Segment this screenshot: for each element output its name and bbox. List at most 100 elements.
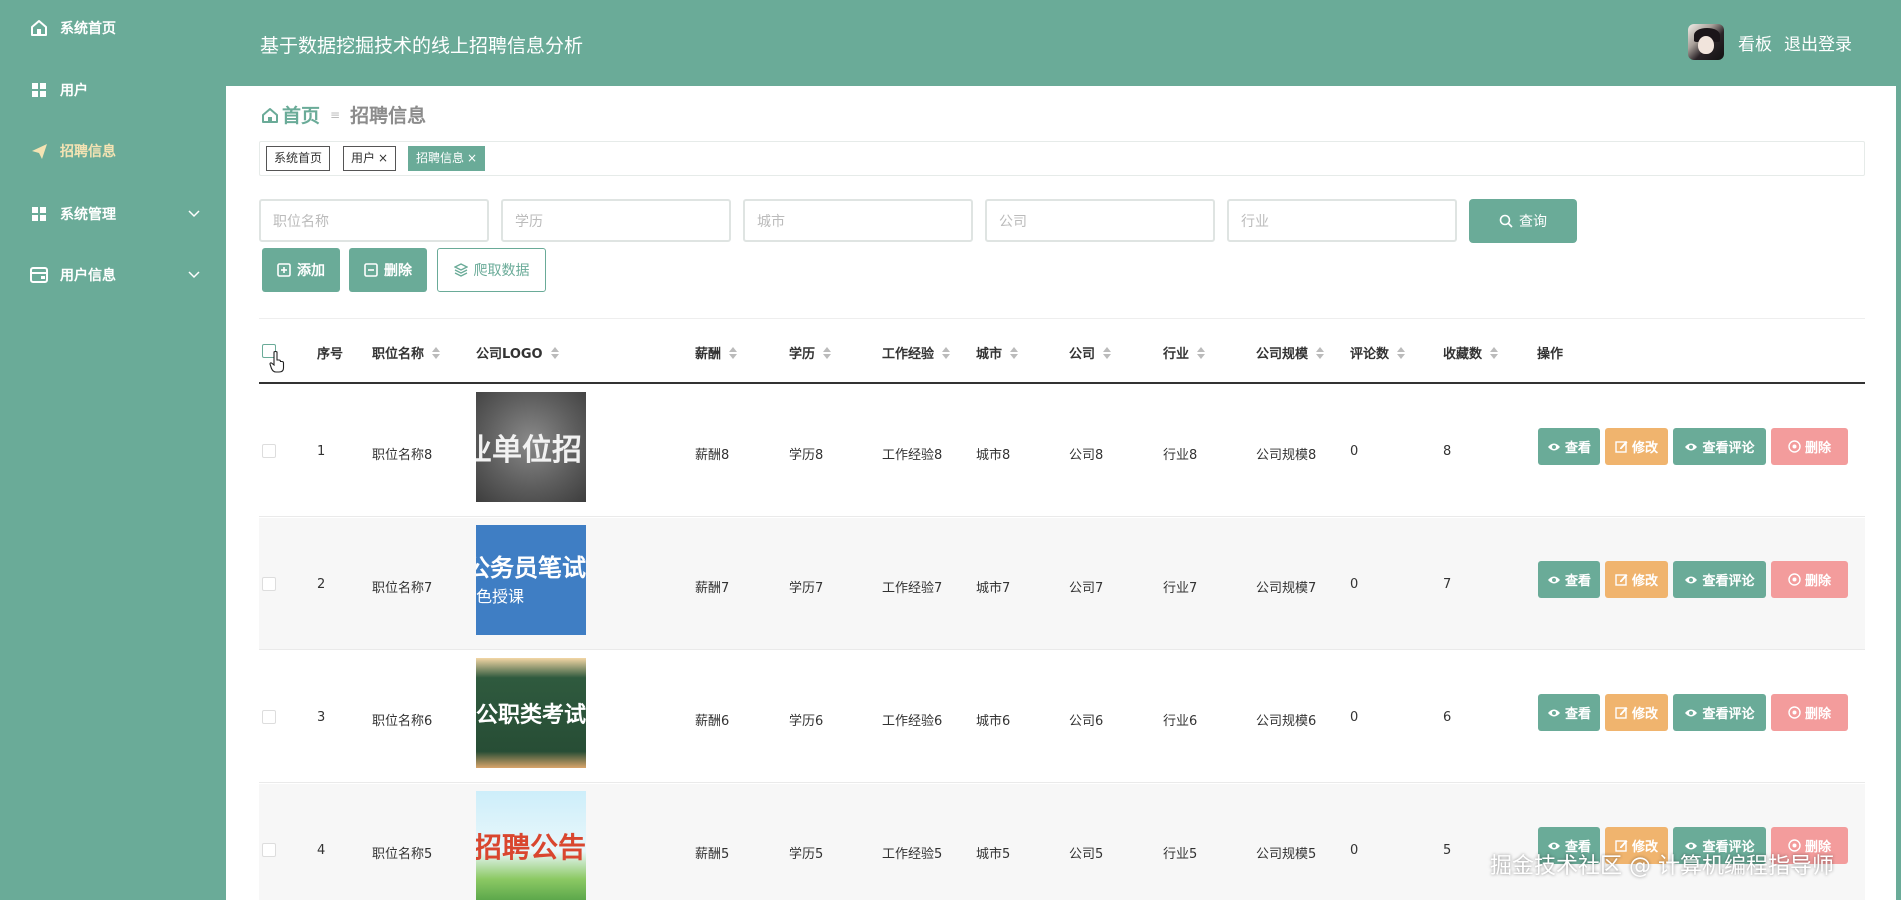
eye-icon [1547, 708, 1561, 718]
sidebar-item-recruitment[interactable]: 招聘信息 [0, 131, 226, 171]
column-header-education[interactable]: 学历 [789, 343, 832, 362]
tag-home[interactable]: 系统首页 [266, 146, 331, 171]
sort-icon[interactable] [1103, 346, 1112, 359]
sidebar-item-system[interactable]: 系统管理 [0, 194, 226, 234]
circle-close-icon [1788, 573, 1801, 586]
view-button[interactable]: 查看 [1538, 428, 1600, 465]
sort-icon[interactable] [1316, 346, 1325, 359]
delete-button[interactable]: 删除 [1771, 428, 1848, 465]
cell-favorites: 5 [1443, 843, 1452, 858]
query-button[interactable]: 查询 [1469, 199, 1577, 243]
view-comments-button[interactable]: 查看评论 [1673, 694, 1766, 731]
close-icon[interactable]: × [467, 151, 477, 165]
sidebar-item-home[interactable]: 系统首页 [0, 8, 226, 48]
sidebar-item-users[interactable]: 用户 [0, 70, 226, 110]
row-checkbox[interactable] [262, 843, 276, 857]
column-header-scale[interactable]: 公司规模 [1256, 343, 1325, 362]
column-header-favorites[interactable]: 收藏数 [1443, 343, 1499, 362]
home-icon [262, 107, 278, 123]
circle-close-icon [1788, 706, 1801, 719]
edit-button[interactable]: 修改 [1605, 561, 1668, 598]
breadcrumb-home[interactable]: 首页 [261, 101, 320, 128]
table-header: 序号 职位名称 公司LOGO 薪酬 学历 工作经验 城市 公司 行业 公司规模 … [259, 318, 1865, 384]
row-actions: 查看 修改 查看评论 删除 [1538, 561, 1853, 598]
sidebar-item-user-info[interactable]: 用户信息 [0, 255, 226, 295]
tag-label: 系统首页 [274, 151, 323, 165]
column-header-salary[interactable]: 薪酬 [695, 343, 738, 362]
city-input[interactable] [743, 199, 973, 242]
crawl-data-button[interactable]: 爬取数据 [437, 248, 546, 292]
cell-favorites: 6 [1443, 710, 1452, 725]
column-header-job[interactable]: 职位名称 [372, 343, 441, 362]
add-button[interactable]: 添加 [262, 248, 340, 292]
sort-icon[interactable] [550, 346, 559, 359]
scrollbar[interactable] [1896, 86, 1901, 900]
row-checkbox[interactable] [262, 444, 276, 458]
sort-icon[interactable] [1397, 346, 1406, 359]
circle-close-icon [1788, 440, 1801, 453]
breadcrumb-current: 招聘信息 [350, 105, 427, 127]
app-root: 系统首页 用户 招聘信息 系统管理 用户信息 基于数据挖掘技术的线上招聘信息分析… [0, 0, 1901, 900]
delete-button[interactable]: 删除 [1771, 694, 1848, 731]
job-name-input[interactable] [259, 199, 489, 242]
sort-icon[interactable] [729, 346, 738, 359]
column-header-company[interactable]: 公司 [1069, 343, 1112, 362]
education-input[interactable] [501, 199, 731, 242]
sidebar-item-label: 系统管理 [60, 207, 116, 223]
sidebar-item-label: 用户信息 [60, 268, 116, 284]
cell-experience: 工作经验6 [882, 714, 943, 729]
edit-button[interactable]: 修改 [1605, 428, 1668, 465]
sidebar-item-label: 招聘信息 [60, 144, 116, 160]
grid-icon [28, 79, 50, 101]
logo-text: 招聘公告 [476, 831, 586, 864]
batch-delete-label: 删除 [384, 263, 412, 279]
sort-icon[interactable] [1490, 346, 1499, 359]
sort-icon[interactable] [432, 346, 441, 359]
company-input[interactable] [985, 199, 1215, 242]
tag-label: 用户 [351, 151, 376, 165]
cell-favorites: 7 [1443, 577, 1452, 592]
view-comments-button[interactable]: 查看评论 [1673, 561, 1766, 598]
cell-comments: 0 [1350, 444, 1359, 459]
tag-label: 招聘信息 [416, 151, 465, 165]
row-actions: 查看 修改 查看评论 删除 [1538, 428, 1853, 465]
column-header-logo[interactable]: 公司LOGO [476, 343, 559, 362]
cell-index: 4 [317, 843, 326, 858]
tags-view: 系统首页 用户 × 招聘信息 × [259, 141, 1865, 176]
logout-link[interactable]: 退出登录 [1784, 30, 1852, 55]
breadcrumb-home-label: 首页 [282, 105, 321, 127]
row-checkbox[interactable] [262, 710, 276, 724]
cell-scale: 公司规模5 [1256, 847, 1317, 862]
delete-button[interactable]: 删除 [1771, 561, 1848, 598]
cell-comments: 0 [1350, 577, 1359, 592]
cell-job: 职位名称8 [372, 448, 433, 463]
tag-users[interactable]: 用户 × [343, 146, 397, 171]
cell-education: 学历6 [789, 714, 824, 729]
logo-text: 公务员笔试 [476, 554, 586, 582]
company-logo-image: 公职类考试 [476, 658, 586, 768]
sidebar-item-label: 系统首页 [60, 21, 116, 37]
avatar[interactable] [1688, 24, 1724, 60]
sort-icon[interactable] [1010, 346, 1019, 359]
column-header-industry[interactable]: 行业 [1163, 343, 1206, 362]
close-icon[interactable]: × [378, 151, 388, 165]
row-checkbox[interactable] [262, 577, 276, 591]
view-button[interactable]: 查看 [1538, 694, 1600, 731]
view-comments-button[interactable]: 查看评论 [1673, 428, 1766, 465]
view-button[interactable]: 查看 [1538, 561, 1600, 598]
logo-subtext: 色授课 [476, 587, 525, 606]
column-header-city[interactable]: 城市 [976, 343, 1019, 362]
search-icon [1499, 214, 1513, 228]
sort-icon[interactable] [823, 346, 832, 359]
industry-input[interactable] [1227, 199, 1457, 242]
sort-icon[interactable] [1197, 346, 1206, 359]
cell-salary: 薪酬5 [695, 847, 730, 862]
cell-industry: 行业6 [1163, 714, 1198, 729]
tag-recruitment[interactable]: 招聘信息 × [408, 146, 486, 171]
column-header-comments[interactable]: 评论数 [1350, 343, 1406, 362]
column-header-experience[interactable]: 工作经验 [882, 343, 951, 362]
cell-experience: 工作经验5 [882, 847, 943, 862]
edit-button[interactable]: 修改 [1605, 694, 1668, 731]
batch-delete-button[interactable]: 删除 [349, 248, 427, 292]
sort-icon[interactable] [942, 346, 951, 359]
